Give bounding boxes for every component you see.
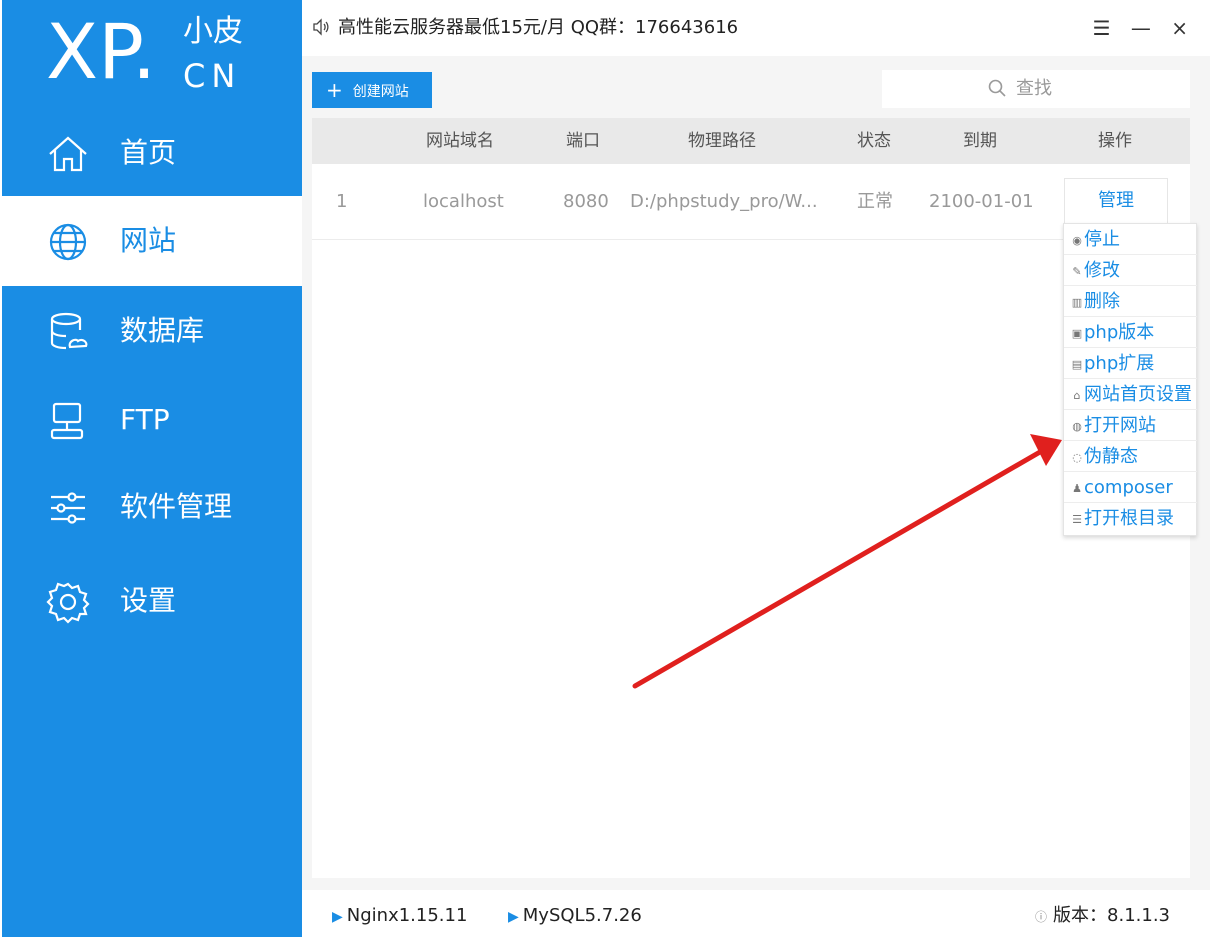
menu-item-delete[interactable]: ▥删除 <box>1064 286 1197 317</box>
menu-item-label: 修改 <box>1084 260 1120 281</box>
header-status: 状态 <box>857 131 891 151</box>
nginx-status[interactable]: ▶ Nginx1.15.11 <box>332 890 467 939</box>
logo-main-text: XP. <box>46 7 157 96</box>
play-icon: ▶ <box>508 909 519 925</box>
ftp-icon <box>50 402 84 440</box>
row-status: 正常 <box>857 191 893 212</box>
status-bar: ▶ Nginx1.15.11 ▶ MySQL5.7.26 ⓘ 版本：8.1.1.3 <box>302 890 1210 939</box>
menu-button[interactable]: ☰ <box>1093 16 1111 40</box>
nav-label-database: 数据库 <box>120 314 205 347</box>
app-logo: XP. 小皮 CN <box>2 0 302 108</box>
nav-label-settings: 设置 <box>120 584 177 617</box>
php-version-icon: ▣ <box>1071 327 1083 340</box>
manage-dropdown-menu: ◉ 停止 ✎ 修改 ▥删除 ▣php版本 ▤php扩展 ⌂ 网站首页设置 ◍ 打开网站 … <box>1063 223 1197 536</box>
promo-notice[interactable]: 高性能云服务器最低15元/月 QQ群：176643616 <box>312 16 738 40</box>
rewrite-icon: ◌ <box>1072 451 1082 464</box>
list-icon: ☰ <box>1072 513 1082 526</box>
toolbar: + 创建网站 查找 <box>302 56 1210 118</box>
menu-item-label: 停止 <box>1084 229 1120 250</box>
menu-item-label: php扩展 <box>1084 353 1155 374</box>
sidebar: XP. 小皮 CN 首页 网站 数据库 FTP 软件管理 设置 <box>2 0 302 937</box>
plus-icon: + <box>326 78 343 102</box>
menu-item-edit[interactable]: ✎ 修改 <box>1064 255 1197 286</box>
nginx-version-text: Nginx1.15.11 <box>346 905 468 926</box>
composer-icon: ♟ <box>1072 482 1082 495</box>
app-version-text: 版本：8.1.1.3 <box>1053 905 1170 926</box>
nav-item-software[interactable]: 软件管理 <box>2 462 302 552</box>
menu-item-label: php版本 <box>1084 322 1155 343</box>
menu-item-homepage-settings[interactable]: ⌂ 网站首页设置 <box>1064 379 1197 410</box>
menu-item-label: composer <box>1084 477 1173 498</box>
menu-item-open-website[interactable]: ◍ 打开网站 <box>1064 410 1197 441</box>
globe-icon <box>49 223 87 261</box>
header-expire: 到期 <box>963 131 997 151</box>
window-controls: ☰ — × <box>1079 16 1188 40</box>
logo-domain-text: CN <box>183 57 242 95</box>
table-header: 网站域名 端口 物理路径 状态 到期 操作 <box>312 118 1190 164</box>
nav-label-ftp: FTP <box>120 403 170 436</box>
nav-label-website: 网站 <box>120 224 177 257</box>
mysql-status[interactable]: ▶ MySQL5.7.26 <box>508 890 642 939</box>
row-expire: 2100-01-01 <box>929 191 1034 212</box>
info-icon: ⓘ <box>1035 910 1048 924</box>
create-website-button[interactable]: + 创建网站 <box>312 72 432 108</box>
sliders-icon <box>51 492 85 524</box>
row-port: 8080 <box>563 191 609 212</box>
nav-item-ftp[interactable]: FTP <box>2 375 302 465</box>
row-index: 1 <box>336 191 348 212</box>
php-extension-icon: ▤ <box>1071 358 1083 371</box>
menu-item-label: 打开根目录 <box>1084 508 1174 529</box>
home-small-icon: ⌂ <box>1073 389 1081 402</box>
minimize-button[interactable]: — <box>1131 16 1151 40</box>
search-input[interactable]: 查找 <box>882 70 1190 108</box>
mysql-version-text: MySQL5.7.26 <box>522 905 642 926</box>
header-port: 端口 <box>566 131 600 151</box>
speaker-icon <box>313 18 329 36</box>
row-domain: localhost <box>423 191 504 212</box>
stop-icon: ◉ <box>1072 234 1082 247</box>
globe-small-icon: ◍ <box>1072 420 1082 433</box>
menu-item-label: 网站首页设置 <box>1084 384 1192 405</box>
manage-button[interactable]: 管理 <box>1064 178 1168 224</box>
nav-item-home[interactable]: 首页 <box>2 108 302 198</box>
create-website-label: 创建网站 <box>352 84 409 100</box>
menu-item-php-extension[interactable]: ▤php扩展 <box>1064 348 1197 379</box>
promo-notice-text: 高性能云服务器最低15元/月 QQ群：176643616 <box>338 17 739 38</box>
row-path: D:/phpstudy_pro/W... <box>630 191 818 212</box>
website-table: 网站域名 端口 物理路径 状态 到期 操作 1 localhost 8080 D… <box>312 118 1190 878</box>
search-icon <box>988 79 1006 97</box>
header-action: 操作 <box>1098 131 1132 151</box>
header-domain: 网站域名 <box>426 131 494 151</box>
menu-item-composer[interactable]: ♟ composer <box>1064 472 1197 503</box>
title-bar: 高性能云服务器最低15元/月 QQ群：176643616 ☰ — × <box>302 0 1210 56</box>
header-path: 物理路径 <box>688 131 756 151</box>
menu-item-open-root-dir[interactable]: ☰ 打开根目录 <box>1064 503 1197 534</box>
play-icon: ▶ <box>332 909 343 925</box>
gear-icon <box>46 582 90 624</box>
table-row[interactable]: 1 localhost 8080 D:/phpstudy_pro/W... 正常… <box>312 164 1190 240</box>
database-icon <box>50 312 88 350</box>
menu-item-stop[interactable]: ◉ 停止 <box>1064 224 1197 255</box>
trash-icon: ▥ <box>1071 296 1083 309</box>
nav-label-home: 首页 <box>120 136 177 169</box>
nav-item-database[interactable]: 数据库 <box>2 286 302 376</box>
nav-item-website[interactable]: 网站 <box>2 196 302 286</box>
logo-cn-text: 小皮 <box>183 14 243 49</box>
menu-item-label: 打开网站 <box>1084 415 1156 436</box>
menu-item-label: 删除 <box>1084 291 1120 312</box>
home-icon <box>49 136 87 172</box>
pencil-icon: ✎ <box>1072 265 1082 278</box>
close-button[interactable]: × <box>1171 16 1188 40</box>
app-version: ⓘ 版本：8.1.1.3 <box>1035 890 1170 939</box>
menu-item-php-version[interactable]: ▣php版本 <box>1064 317 1197 348</box>
menu-item-rewrite[interactable]: ◌ 伪静态 <box>1064 441 1197 472</box>
search-placeholder: 查找 <box>1016 78 1052 99</box>
nav-item-settings[interactable]: 设置 <box>2 556 302 646</box>
menu-item-label: 伪静态 <box>1084 446 1138 467</box>
nav-label-software: 软件管理 <box>120 490 233 523</box>
